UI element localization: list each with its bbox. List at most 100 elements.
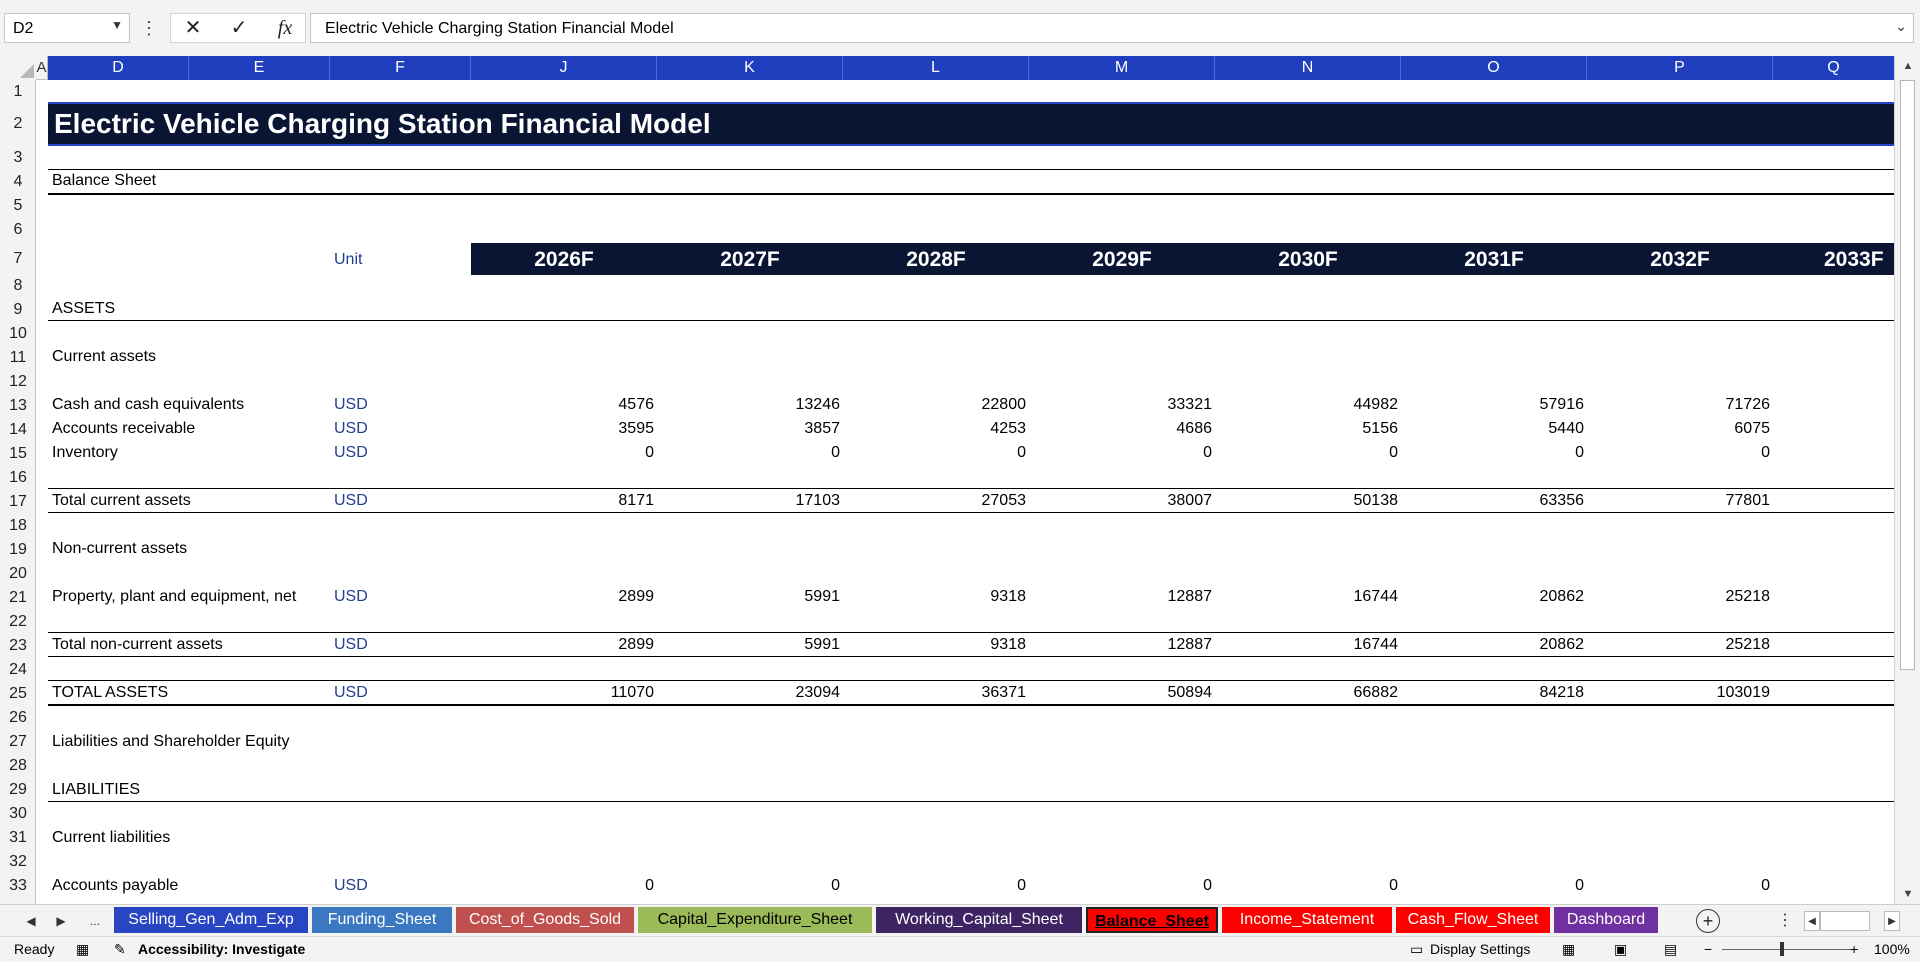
scroll-up-icon[interactable]: ▲ — [1895, 56, 1920, 76]
zoom-out-button[interactable]: − — [1704, 941, 1712, 957]
current-liabilities-header[interactable]: Current liabilities — [52, 829, 170, 847]
value-cell[interactable]: 0 — [1072, 877, 1212, 895]
more-sheets-button[interactable]: ... — [84, 911, 106, 931]
value-cell[interactable]: 22800 — [886, 396, 1027, 414]
value-cell[interactable]: 4576 — [514, 396, 654, 414]
select-all-button[interactable] — [0, 56, 36, 80]
value-cell[interactable]: 71726 — [1630, 396, 1771, 414]
zoom-level[interactable]: 100% — [1874, 941, 1910, 957]
formula-text[interactable]: Electric Vehicle Charging Station Financ… — [325, 20, 674, 38]
tab-dashboard[interactable]: Dashboard — [1554, 907, 1658, 933]
tab-working-capital-sheet[interactable]: Working_Capital_Sheet — [876, 907, 1082, 933]
value-cell[interactable]: 36371 — [886, 684, 1027, 702]
row-header[interactable]: 1 — [0, 80, 36, 104]
liabilities-header[interactable]: LIABILITIES — [52, 781, 140, 799]
year-header[interactable]: 2027F — [657, 248, 843, 272]
row-label[interactable]: Accounts receivable — [52, 420, 195, 438]
value-cell[interactable]: 66882 — [1258, 684, 1399, 702]
row-header[interactable]: 29 — [0, 778, 36, 802]
normal-view-icon[interactable]: ▦ — [1562, 941, 1575, 958]
display-settings-button[interactable]: Display Settings — [1430, 941, 1530, 957]
column-header-f[interactable]: F — [330, 56, 471, 80]
tab-selling-gen-adm-exp[interactable]: Selling_Gen_Adm_Exp — [114, 907, 308, 933]
value-cell[interactable]: 0 — [1258, 444, 1398, 462]
liabilities-equity-header[interactable]: Liabilities and Shareholder Equity — [52, 733, 289, 751]
value-cell[interactable]: 0 — [1444, 444, 1584, 462]
row-header[interactable]: 11 — [0, 346, 36, 370]
tab-cost-of-goods-sold[interactable]: Cost_of_Goods_Sold — [456, 907, 634, 933]
value-cell[interactable]: 63356 — [1444, 492, 1585, 510]
year-header[interactable]: 2026F — [471, 248, 657, 272]
row-header[interactable]: 14 — [0, 418, 36, 442]
row-header[interactable]: 25 — [0, 682, 36, 706]
noncurrent-assets-header[interactable]: Non-current assets — [52, 540, 187, 558]
row-label[interactable]: Accounts payable — [52, 877, 178, 895]
row-header[interactable]: 3 — [0, 146, 36, 170]
prev-sheet-icon[interactable]: ◀ — [20, 911, 42, 931]
value-cell[interactable]: 12887 — [1072, 636, 1213, 654]
more-options-icon[interactable]: ⋮ — [140, 14, 158, 42]
value-cell[interactable]: 13246 — [700, 396, 841, 414]
column-header-l[interactable]: L — [843, 56, 1029, 80]
unit-cell[interactable]: USD — [334, 684, 368, 702]
value-cell[interactable]: 9318 — [886, 588, 1026, 606]
row-header[interactable]: 32 — [0, 850, 36, 874]
row-header[interactable]: 10 — [0, 322, 36, 346]
value-cell[interactable]: 5440 — [1444, 420, 1584, 438]
value-cell[interactable]: 16744 — [1258, 588, 1399, 606]
row-header[interactable]: 27 — [0, 730, 36, 754]
tab-income-statement[interactable]: Income_Statement — [1222, 907, 1392, 933]
row-header[interactable]: 19 — [0, 538, 36, 562]
value-cell[interactable]: 4686 — [1072, 420, 1212, 438]
row-header[interactable]: 26 — [0, 706, 36, 730]
year-header[interactable]: 2030F — [1215, 248, 1401, 272]
value-cell[interactable]: 25218 — [1630, 636, 1771, 654]
column-header-p[interactable]: P — [1587, 56, 1773, 80]
row-header[interactable]: 8 — [0, 274, 36, 298]
value-cell[interactable]: 103019 — [1630, 684, 1770, 702]
row-label[interactable]: Property, plant and equipment, net — [52, 588, 296, 606]
horizontal-scrollbar[interactable]: ◀ ▶ — [1804, 911, 1904, 931]
value-cell[interactable]: 77801 — [1630, 492, 1771, 510]
name-box-value[interactable]: D2 — [13, 20, 33, 38]
value-cell[interactable]: 38007 — [1072, 492, 1213, 510]
column-header-e[interactable]: E — [189, 56, 330, 80]
value-cell[interactable]: 4253 — [886, 420, 1026, 438]
value-cell[interactable]: 50894 — [1072, 684, 1213, 702]
row-header[interactable]: 12 — [0, 370, 36, 394]
value-cell[interactable]: 0 — [514, 877, 654, 895]
current-assets-header[interactable]: Current assets — [52, 348, 156, 366]
value-cell[interactable]: 25218 — [1630, 588, 1771, 606]
display-settings-icon[interactable]: ▭ — [1410, 941, 1423, 958]
row-header[interactable]: 28 — [0, 754, 36, 778]
scroll-right-icon[interactable]: ▶ — [1884, 911, 1900, 931]
chevron-down-icon[interactable]: ▼ — [111, 18, 123, 32]
value-cell[interactable]: 0 — [886, 877, 1026, 895]
value-cell[interactable]: 8171 — [514, 492, 654, 510]
tab-cash-flow-sheet[interactable]: Cash_Flow_Sheet — [1396, 907, 1550, 933]
row-label[interactable]: TOTAL ASSETS — [52, 684, 168, 702]
insert-function-icon[interactable]: fx — [263, 14, 307, 42]
assets-header[interactable]: ASSETS — [52, 300, 115, 318]
row-label[interactable]: Inventory — [52, 444, 118, 462]
macro-recorder-icon[interactable]: ▦ — [76, 941, 89, 958]
year-header[interactable]: 2029F — [1029, 248, 1215, 272]
value-cell[interactable]: 16744 — [1258, 636, 1399, 654]
row-header[interactable]: 17 — [0, 490, 36, 514]
row-label[interactable]: Cash and cash equivalents — [52, 396, 244, 414]
value-cell[interactable]: 84218 — [1444, 684, 1585, 702]
add-sheet-icon[interactable]: + — [1696, 909, 1720, 933]
value-cell[interactable]: 3857 — [700, 420, 840, 438]
zoom-slider-thumb[interactable] — [1780, 942, 1784, 956]
value-cell[interactable]: 23094 — [700, 684, 841, 702]
value-cell[interactable]: 0 — [1072, 444, 1212, 462]
value-cell[interactable]: 0 — [700, 877, 840, 895]
page-layout-icon[interactable]: ▣ — [1614, 941, 1627, 958]
row-header[interactable]: 20 — [0, 562, 36, 586]
row-header[interactable]: 6 — [0, 218, 36, 242]
row-label[interactable]: Total current assets — [52, 492, 191, 510]
scroll-left-icon[interactable]: ◀ — [1804, 911, 1820, 931]
tab-options-icon[interactable]: ⋮ — [1774, 911, 1796, 931]
scroll-down-icon[interactable]: ▼ — [1895, 884, 1920, 904]
unit-header[interactable]: Unit — [334, 251, 362, 269]
